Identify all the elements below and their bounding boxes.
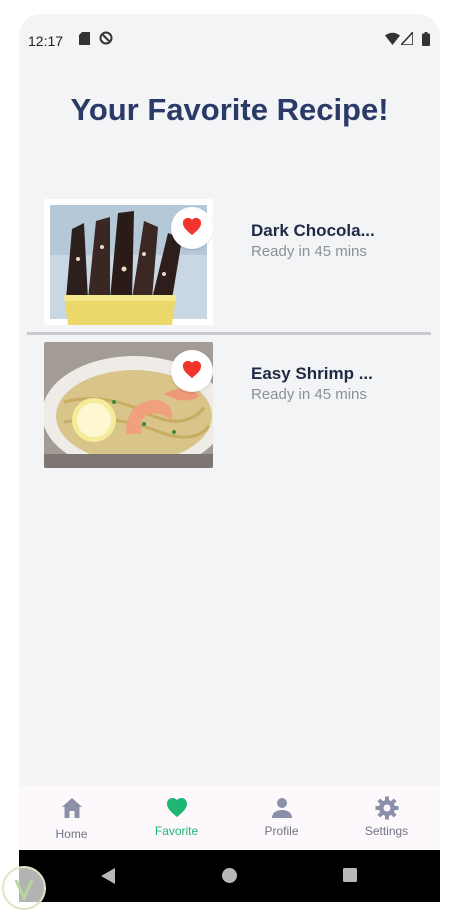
recipe-image[interactable]: [44, 342, 213, 468]
recents-icon[interactable]: [343, 868, 357, 887]
nav-label: Profile: [264, 824, 299, 838]
back-icon[interactable]: [101, 868, 115, 889]
signal-icon: [399, 29, 414, 50]
nav-item-favorite[interactable]: Favorite: [124, 786, 229, 850]
nav-item-settings[interactable]: Settings: [334, 786, 439, 850]
heart-icon: [181, 216, 203, 241]
nav-label: Home: [55, 827, 88, 841]
recipe-card[interactable]: Dark Chocola... Ready in 45 mins: [19, 199, 440, 329]
recipe-image[interactable]: [44, 199, 213, 325]
recipe-time: Ready in 45 mins: [251, 243, 367, 260]
page-title: Your Favorite Recipe!: [70, 92, 389, 127]
recipe-card[interactable]: Easy Shrimp ... Ready in 45 mins: [19, 342, 440, 472]
nav-item-profile[interactable]: Profile: [229, 786, 334, 850]
battery-icon: [422, 32, 430, 51]
heart-icon: [165, 796, 189, 820]
nav-item-home[interactable]: Home: [19, 786, 124, 850]
system-navigation-bar: [19, 850, 440, 902]
bottom-navigation: Home Favorite Profile Settings: [19, 786, 440, 850]
sync-icon: [99, 31, 113, 50]
nav-label: Favorite: [154, 824, 199, 838]
watermark-logo: [2, 866, 46, 910]
divider: [27, 332, 431, 335]
app-screen: 12:17 Your Favorite Recipe! Dark Chocola…: [19, 14, 440, 902]
person-icon: [270, 796, 294, 820]
status-bar: 12:17: [19, 14, 440, 54]
heart-icon: [181, 359, 203, 384]
recipe-title[interactable]: Easy Shrimp ...: [251, 364, 373, 384]
home-button-icon[interactable]: [222, 868, 237, 888]
nav-label: Settings: [364, 824, 409, 838]
recipe-time: Ready in 45 mins: [251, 386, 367, 403]
gear-icon: [375, 796, 399, 820]
status-time: 12:17: [28, 33, 64, 49]
sd-card-icon: [79, 32, 90, 50]
recipe-title[interactable]: Dark Chocola...: [251, 221, 375, 241]
favorite-toggle[interactable]: [171, 350, 213, 392]
favorite-toggle[interactable]: [171, 207, 213, 249]
home-icon: [60, 796, 84, 820]
wifi-icon: [385, 32, 400, 50]
